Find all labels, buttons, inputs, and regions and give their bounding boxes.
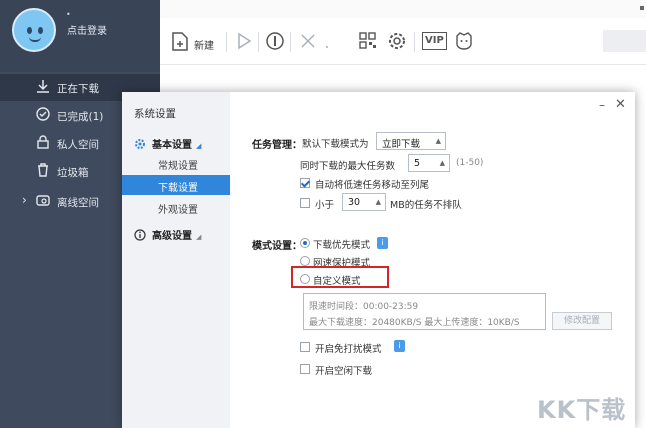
toolbar: 新建 VIP	[160, 24, 646, 64]
nav-item-general[interactable]: 常规设置	[158, 157, 198, 172]
sidebar-item-label: 私人空间	[57, 139, 99, 151]
close-button[interactable]: ✕	[615, 97, 626, 112]
watermark: KK下载	[537, 396, 627, 424]
chevron-up-icon: ▲	[435, 137, 441, 145]
speed-limit-panel: 限速时间段：00:00-23:59 最大下载速度：20480KB/S 最大上传速…	[303, 293, 546, 330]
limit-time-label: 限速时间段：00:00-23:59	[309, 302, 419, 312]
new-task-button[interactable]	[170, 30, 190, 54]
limit-speed-label: 最大下载速度：20480KB/S 最大上传速度：10KB/S	[309, 318, 520, 328]
nav-item-appearance[interactable]: 外观设置	[158, 201, 198, 216]
anti-disturb-checkbox[interactable]	[300, 342, 310, 352]
idle-download-checkbox[interactable]	[300, 364, 310, 374]
settings-icon	[386, 30, 408, 52]
lock-icon	[34, 134, 52, 152]
settings-button[interactable]	[386, 30, 408, 54]
chevron-right-icon[interactable]: ›	[22, 193, 27, 207]
mode-radio-protect[interactable]	[300, 256, 310, 266]
info-icon[interactable]: i	[377, 237, 388, 249]
play-icon	[234, 30, 254, 52]
avatar[interactable]	[12, 8, 56, 52]
mode-option-label: 下载优先模式	[313, 240, 371, 251]
check-circle-icon	[34, 106, 52, 124]
nav-group-basic[interactable]: 基本设置 ◢	[134, 136, 201, 151]
delete-icon	[298, 30, 318, 52]
settings-dialog: 系统设置 基本设置 ◢ 常规设置 下载设置 外观设置 高级设置 ◢ – ✕ 任务管理…	[122, 92, 635, 428]
nav-item-label: 下载设置	[158, 183, 198, 194]
expand-icon: ◢	[196, 233, 202, 241]
nav-group-label: 基本设置	[152, 140, 192, 151]
gear-icon	[134, 138, 146, 150]
delete-button[interactable]	[298, 30, 318, 54]
nav-group-label: 高级设置	[152, 231, 192, 242]
new-task-label[interactable]: 新建	[194, 37, 214, 52]
max-tasks-select[interactable]: 5 ▲	[408, 154, 450, 172]
info-icon[interactable]: i	[394, 340, 405, 352]
minimize-button[interactable]: –	[599, 98, 605, 112]
download-icon	[34, 78, 52, 96]
chevron-up-icon: ▲	[439, 159, 445, 167]
trash-icon	[34, 162, 52, 180]
window-menu-icon[interactable]	[640, 6, 644, 10]
vip-icon: VIP	[422, 32, 447, 50]
mascot-button[interactable]	[454, 30, 474, 54]
expand-icon: ◢	[196, 142, 202, 150]
vip-button[interactable]: VIP	[422, 30, 447, 54]
small-task-label: 小于	[315, 200, 335, 211]
qrcode-icon	[358, 30, 378, 52]
small-task-size-select[interactable]: 30 ▲	[342, 193, 386, 211]
nav-group-advanced[interactable]: 高级设置 ◢	[134, 227, 201, 242]
title-bar	[160, 0, 646, 18]
mode-radio-priority[interactable]	[300, 238, 310, 248]
sidebar-item-label: 离线空间	[57, 197, 99, 209]
more-button[interactable]	[322, 30, 332, 54]
qrcode-button[interactable]	[358, 30, 378, 54]
max-tasks-range: (1-50)	[456, 158, 484, 168]
pause-icon	[264, 30, 286, 52]
mascot-icon	[454, 30, 474, 52]
info-circle-icon	[134, 229, 146, 241]
chevron-up-icon: ▲	[375, 198, 381, 206]
settings-nav: 系统设置 基本设置 ◢ 常规设置 下载设置 外观设置 高级设置 ◢	[122, 92, 230, 428]
auto-move-checkbox[interactable]	[300, 178, 310, 188]
default-mode-label: 默认下载模式为	[302, 139, 369, 150]
toolbar-divider	[160, 64, 646, 65]
login-link[interactable]: 点击登录	[67, 22, 107, 37]
small-task-checkbox[interactable]	[300, 198, 310, 208]
small-task-suffix: MB的任务不排队	[390, 200, 462, 211]
pause-button[interactable]	[264, 30, 286, 54]
anti-disturb-label: 开启免打扰模式	[315, 344, 382, 355]
auto-move-label: 自动将低速任务移动至列尾	[315, 180, 430, 191]
task-section-label: 任务管理：	[252, 140, 302, 151]
dialog-title: 系统设置	[134, 108, 176, 120]
nav-item-download[interactable]: 下载设置	[122, 175, 230, 195]
mode-section-label: 模式设置：	[252, 241, 302, 252]
max-tasks-label: 同时下载的最大任务数	[300, 161, 396, 172]
search-input[interactable]	[603, 30, 646, 52]
profile-header: • 点击登录	[0, 0, 160, 72]
sidebar-item-label: 垃圾箱	[57, 167, 89, 179]
default-mode-select[interactable]: 立即下载 ▲	[376, 132, 446, 150]
modify-config-button[interactable]: 修改配置	[552, 312, 612, 330]
ellipsis-icon	[322, 30, 332, 52]
new-file-icon	[170, 30, 190, 52]
cloud-icon	[34, 192, 52, 210]
highlight-box	[291, 266, 389, 288]
start-button[interactable]	[234, 30, 254, 54]
status-dot: •	[66, 10, 71, 19]
sidebar-item-label: 已完成(1)	[57, 111, 104, 123]
sidebar-item-label: 正在下载	[57, 83, 99, 95]
idle-download-label: 开启空闲下载	[315, 366, 373, 377]
